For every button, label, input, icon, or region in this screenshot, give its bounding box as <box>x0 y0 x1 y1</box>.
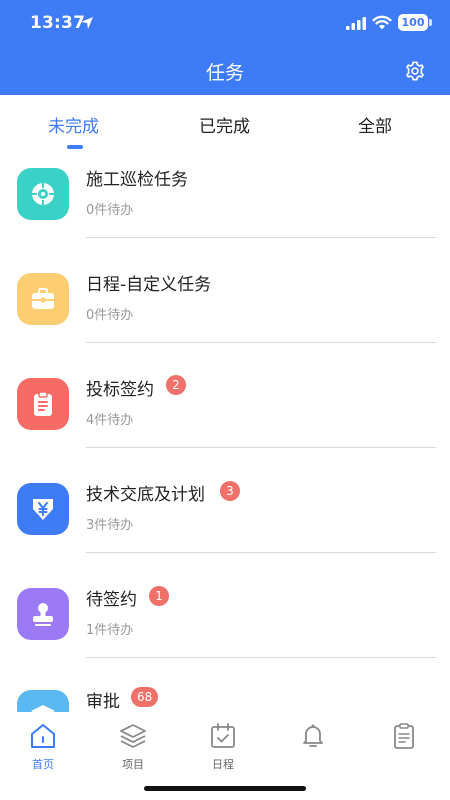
task-item-pending-sign[interactable]: 待签约 1 1件待办 <box>0 575 450 680</box>
document-icon <box>394 723 414 749</box>
task-badge: 2 <box>166 375 186 395</box>
task-title: 审批 <box>86 692 120 712</box>
divider <box>86 447 436 448</box>
task-pending-count: 0件待办 <box>86 308 134 323</box>
task-pending-count: 0件待办 <box>86 203 134 218</box>
target-icon <box>17 168 69 220</box>
battery-icon <box>429 19 432 26</box>
nav-label: 项目 <box>122 758 144 771</box>
page-title: 任务 <box>205 62 244 84</box>
task-badge: 68 <box>131 687 159 707</box>
nav-projects[interactable]: 项目 <box>103 722 163 772</box>
battery-level: 100 <box>398 14 428 31</box>
clipboard-icon <box>17 378 69 430</box>
nav-documents[interactable] <box>374 722 434 756</box>
location-arrow-icon <box>81 17 93 29</box>
task-pending-count: 1件待办 <box>86 623 134 638</box>
yen-shield-icon <box>17 483 69 535</box>
nav-notifications[interactable] <box>283 722 343 756</box>
nav-home[interactable]: 首页 <box>13 722 73 772</box>
tab-incomplete[interactable]: 未完成 <box>48 112 99 137</box>
home-indicator <box>144 786 306 791</box>
task-item-bidding-contract[interactable]: 投标签约 2 4件待办 <box>0 365 450 470</box>
task-title: 日程-自定义任务 <box>86 275 212 295</box>
task-title: 技术交底及计划 <box>86 485 205 505</box>
briefcase-icon <box>17 273 69 325</box>
nav-label: 首页 <box>32 758 54 771</box>
task-title: 施工巡检任务 <box>86 170 188 190</box>
status-bar: 13:37 100 <box>0 0 450 46</box>
layers-icon <box>120 724 146 748</box>
divider <box>86 552 436 553</box>
stamp-icon <box>17 588 69 640</box>
home-icon <box>31 724 55 748</box>
app-header: 13:37 100 任务 <box>0 0 450 95</box>
calendar-icon <box>211 723 235 748</box>
divider <box>86 657 436 658</box>
status-time: 13:37 <box>30 13 86 33</box>
bell-icon <box>303 724 323 747</box>
divider <box>86 342 436 343</box>
task-item-tech-briefing[interactable]: 技术交底及计划 3 3件待办 <box>0 470 450 575</box>
task-pending-count: 4件待办 <box>86 413 134 428</box>
tab-completed[interactable]: 已完成 <box>199 112 250 137</box>
task-pending-count: 3件待办 <box>86 518 134 533</box>
task-item-custom-schedule[interactable]: 日程-自定义任务 0件待办 <box>0 260 450 365</box>
task-item-inspection[interactable]: 施工巡检任务 0件待办 <box>0 155 450 260</box>
nav-label: 日程 <box>212 758 234 771</box>
tab-all[interactable]: 全部 <box>358 112 392 137</box>
settings-gear-icon[interactable] <box>404 60 426 82</box>
nav-schedule[interactable]: 日程 <box>193 722 253 772</box>
task-badge: 1 <box>149 586 169 606</box>
task-badge: 3 <box>220 481 240 501</box>
cellular-signal-icon <box>346 17 366 30</box>
active-tab-indicator <box>67 145 83 149</box>
task-title: 投标签约 <box>86 380 154 400</box>
divider <box>86 237 436 238</box>
wifi-icon <box>372 15 392 30</box>
task-title: 待签约 <box>86 590 137 610</box>
